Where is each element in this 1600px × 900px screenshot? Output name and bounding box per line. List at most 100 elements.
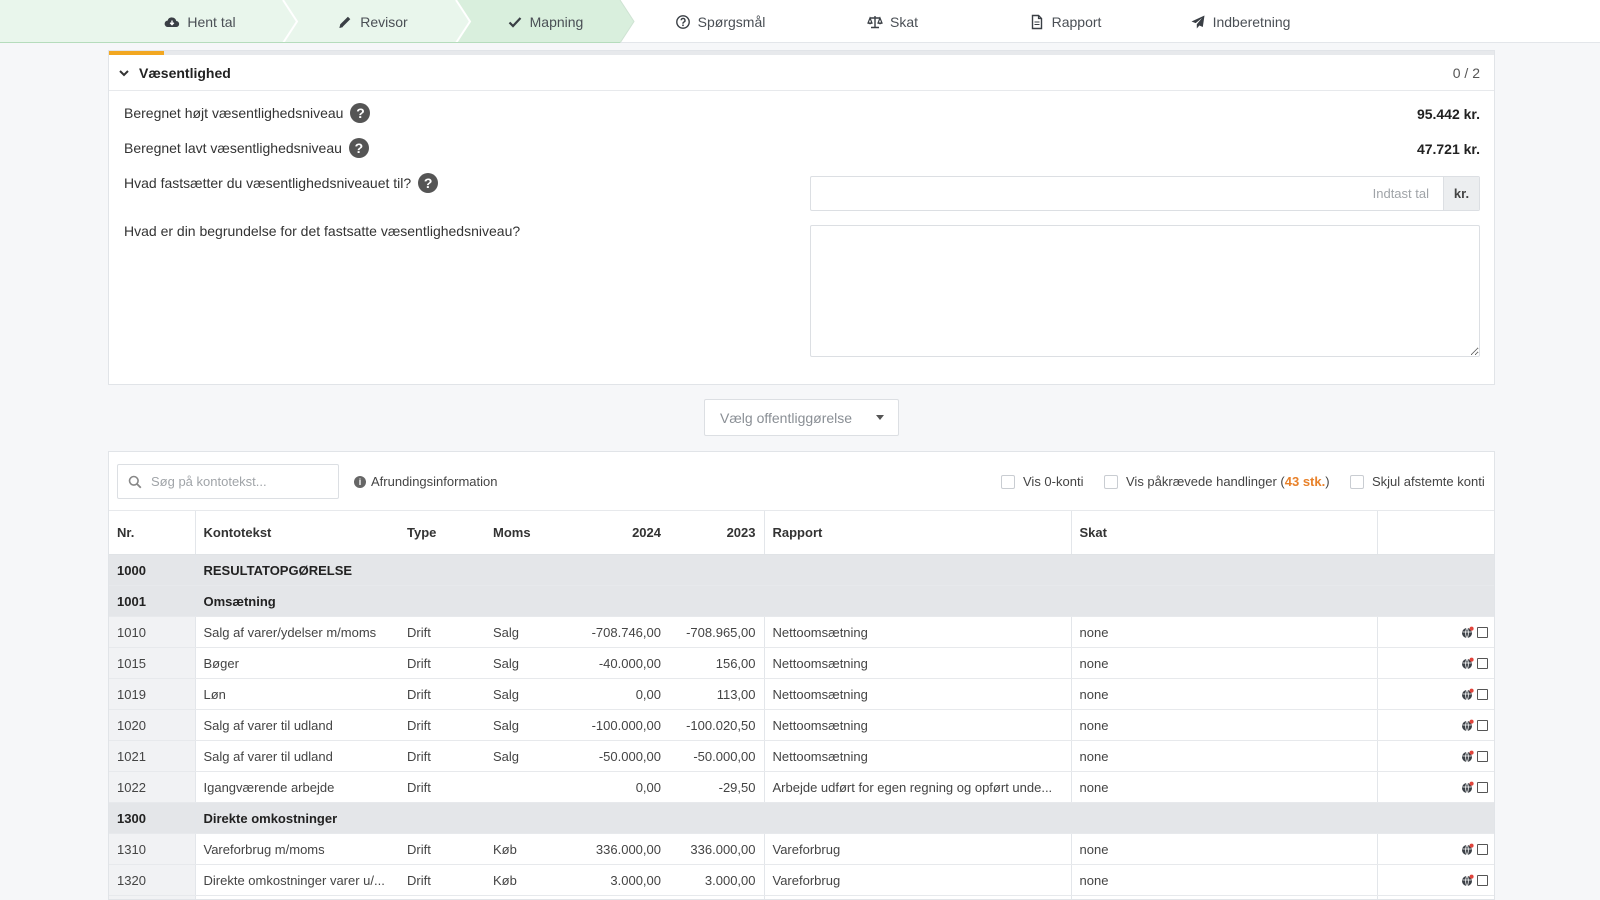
account-search-input[interactable] bbox=[151, 474, 331, 489]
table-row[interactable]: 1015 Bøger Drift Salg -40.000,00 156,00 Nettoo… bbox=[109, 647, 1494, 679]
materiality-amount-field: kr. bbox=[810, 176, 1480, 211]
materiality-header[interactable]: Væsentlighed 0 / 2 bbox=[109, 55, 1494, 91]
row-checkbox[interactable] bbox=[1477, 750, 1488, 762]
globe-alert-icon[interactable] bbox=[1461, 843, 1474, 856]
step-hent-tal[interactable]: Hent tal bbox=[120, 0, 280, 43]
col-rapport[interactable]: Rapport bbox=[763, 510, 1071, 555]
cell-rapport[interactable] bbox=[763, 895, 1071, 899]
cell-rapport[interactable]: Vareforbrug bbox=[763, 864, 1071, 896]
cell-2023: 3.000,00 bbox=[669, 864, 764, 896]
show-required-actions-checkbox[interactable] bbox=[1104, 474, 1118, 489]
cell-skat[interactable]: none bbox=[1070, 709, 1377, 741]
col-2023[interactable]: 2023 bbox=[669, 510, 764, 555]
table-row[interactable]: 1020 Salg af varer til udland Drift Salg -10… bbox=[109, 709, 1494, 741]
show-required-actions-toggle[interactable]: Vis påkrævede handlinger (43 stk.) bbox=[1104, 474, 1330, 489]
row-actions bbox=[1386, 874, 1488, 887]
globe-alert-icon[interactable] bbox=[1461, 781, 1474, 794]
cell-rapport[interactable]: Nettoomsætning bbox=[763, 647, 1071, 679]
row-checkbox[interactable] bbox=[1477, 843, 1488, 855]
col-moms[interactable]: Moms bbox=[485, 510, 573, 555]
step-skat[interactable]: Skat bbox=[815, 0, 970, 43]
cell-skat[interactable]: none bbox=[1070, 647, 1377, 679]
row-checkbox[interactable] bbox=[1477, 781, 1488, 793]
cell-actions bbox=[1376, 771, 1494, 803]
globe-alert-icon[interactable] bbox=[1461, 626, 1474, 639]
info-icon: i bbox=[354, 475, 366, 488]
table-row[interactable]: 1022 Igangværende arbejde Drift 0,00 -29,50 A… bbox=[109, 771, 1494, 803]
cell-skat[interactable]: none bbox=[1070, 740, 1377, 772]
cell-2024: -40.000,00 bbox=[573, 647, 669, 679]
step-mapning[interactable]: Mapning bbox=[470, 0, 620, 43]
materiality-amount-input[interactable] bbox=[811, 177, 1443, 210]
row-checkbox[interactable] bbox=[1477, 688, 1488, 700]
help-icon[interactable]: ? bbox=[418, 173, 439, 193]
cell-skat[interactable] bbox=[1070, 895, 1377, 899]
cell-nr: 1019 bbox=[109, 678, 195, 710]
table-group-row[interactable]: 1000 RESULTATOPGØRELSE bbox=[109, 554, 1494, 586]
globe-alert-icon[interactable] bbox=[1461, 750, 1474, 763]
cell-nr: 1021 bbox=[109, 740, 195, 772]
step-revisor[interactable]: Revisor bbox=[295, 0, 450, 43]
cell-skat[interactable]: none bbox=[1070, 771, 1377, 803]
row-checkbox[interactable] bbox=[1477, 719, 1488, 731]
accounts-toolbar: i Afrundingsinformation Vis 0-konti Vis … bbox=[109, 452, 1494, 510]
low-materiality-value: 47.721 kr. bbox=[1416, 141, 1480, 157]
cell-nr: 1000 bbox=[109, 554, 195, 586]
table-row[interactable]: 1310 Vareforbrug m/moms Drift Køb 336.000,00… bbox=[109, 833, 1494, 865]
col-2024[interactable]: 2024 bbox=[573, 510, 669, 555]
cell-kontotekst: Igangværende arbejde bbox=[194, 771, 399, 803]
cell-rapport[interactable]: Nettoomsætning bbox=[763, 678, 1071, 710]
cell-skat[interactable]: none bbox=[1070, 678, 1377, 710]
hide-reconciled-toggle[interactable]: Skjul afstemte konti bbox=[1350, 474, 1485, 489]
step-sporgsmal[interactable]: Spørgsmål bbox=[640, 0, 800, 43]
table-row[interactable]: 1019 Løn Drift Salg 0,00 113,00 Nettoomsætning… bbox=[109, 678, 1494, 710]
materiality-reason-textarea[interactable] bbox=[810, 225, 1480, 357]
cell-type: Drift bbox=[399, 771, 485, 803]
col-kontotekst[interactable]: Kontotekst bbox=[194, 510, 399, 555]
rounding-info-link[interactable]: i Afrundingsinformation bbox=[354, 474, 497, 489]
cell-type: Drift bbox=[399, 740, 485, 772]
currency-unit: kr. bbox=[1443, 177, 1479, 210]
table-row[interactable]: 1021 Salg af varer til udland Drift Salg -50… bbox=[109, 740, 1494, 772]
table-header-row: Nr. Kontotekst Type Moms 2024 2023 Rappo… bbox=[109, 510, 1494, 555]
table-group-row[interactable]: 1001 Omsætning bbox=[109, 585, 1494, 617]
table-row[interactable]: 1320 Direkte omkostninger varer u/... Drif… bbox=[109, 864, 1494, 896]
show-zero-accounts-checkbox[interactable] bbox=[1001, 474, 1015, 489]
globe-alert-icon[interactable] bbox=[1461, 688, 1474, 701]
table-row[interactable]: 1010 Salg af varer/ydelser m/moms Drift Sal… bbox=[109, 616, 1494, 648]
cell-rapport[interactable]: Nettoomsætning bbox=[763, 616, 1071, 648]
cell-rapport[interactable]: Nettoomsætning bbox=[763, 709, 1071, 741]
cell-rapport[interactable]: Nettoomsætning bbox=[763, 740, 1071, 772]
cell-skat[interactable]: none bbox=[1070, 616, 1377, 648]
cell-kontotekst: Løn bbox=[194, 678, 399, 710]
help-icon[interactable]: ? bbox=[350, 103, 371, 123]
col-type[interactable]: Type bbox=[399, 510, 485, 555]
row-checkbox[interactable] bbox=[1477, 626, 1488, 638]
pencil-icon bbox=[337, 14, 353, 30]
show-zero-accounts-toggle[interactable]: Vis 0-konti bbox=[1001, 474, 1083, 489]
globe-alert-icon[interactable] bbox=[1461, 874, 1474, 887]
table-group-row[interactable]: 1300 Direkte omkostninger bbox=[109, 802, 1494, 834]
cell-kontotekst: Salg af varer til udland bbox=[194, 740, 399, 772]
col-nr[interactable]: Nr. bbox=[109, 510, 195, 555]
chevron-down-icon[interactable] bbox=[117, 66, 131, 80]
row-checkbox[interactable] bbox=[1477, 874, 1488, 886]
cell-skat[interactable]: none bbox=[1070, 864, 1377, 896]
step-rapport[interactable]: Rapport bbox=[990, 0, 1140, 43]
col-skat[interactable]: Skat bbox=[1070, 510, 1377, 555]
step-indberetning[interactable]: Indberetning bbox=[1160, 0, 1320, 43]
cell-skat[interactable]: none bbox=[1070, 833, 1377, 865]
cell-type bbox=[399, 895, 485, 899]
cell-rapport[interactable]: Vareforbrug bbox=[763, 833, 1071, 865]
table-row[interactable] bbox=[109, 895, 1494, 899]
publication-select[interactable]: Vælg offentliggørelse bbox=[704, 399, 899, 436]
cell-rapport[interactable]: Arbejde udført for egen regning og opfør… bbox=[763, 771, 1071, 803]
hide-reconciled-checkbox[interactable] bbox=[1350, 474, 1364, 489]
cell-moms bbox=[485, 895, 573, 899]
globe-alert-icon[interactable] bbox=[1461, 719, 1474, 732]
globe-alert-icon[interactable] bbox=[1461, 657, 1474, 670]
row-checkbox[interactable] bbox=[1477, 657, 1488, 669]
help-icon[interactable]: ? bbox=[348, 138, 369, 158]
col-actions bbox=[1376, 510, 1494, 555]
required-actions-count: 43 stk. bbox=[1284, 474, 1326, 489]
